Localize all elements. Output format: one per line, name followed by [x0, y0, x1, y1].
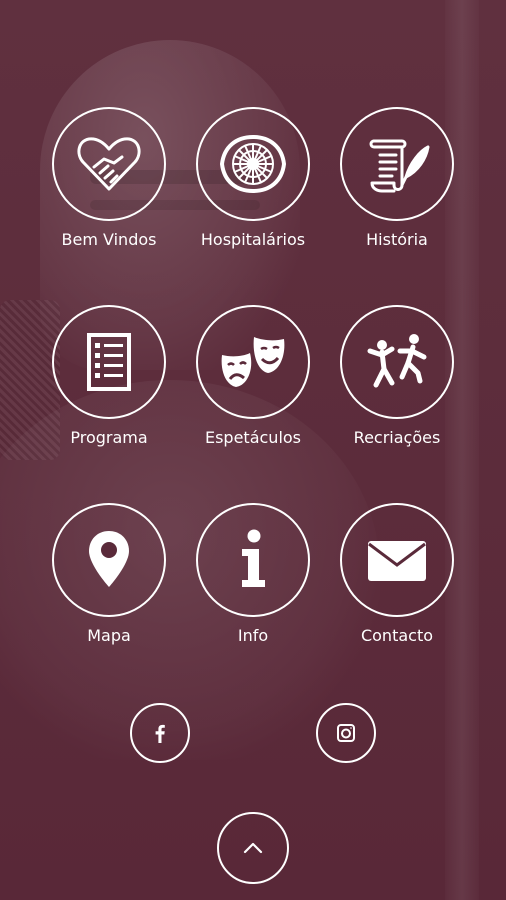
- instagram-button[interactable]: [316, 703, 376, 763]
- menu-item-label: Contacto: [360, 626, 434, 645]
- heart-handshake-icon: [77, 137, 141, 191]
- dancers-icon: [367, 334, 427, 388]
- menu-item-contacto[interactable]: Contacto: [325, 503, 469, 645]
- menu-item-recriacoes[interactable]: Recriações: [325, 305, 469, 447]
- facebook-button[interactable]: [130, 703, 190, 763]
- menu-item-label: Mapa: [87, 626, 131, 645]
- menu-item-mapa[interactable]: Mapa: [37, 503, 181, 645]
- menu-item-historia[interactable]: História: [325, 107, 469, 249]
- scroll-up-button[interactable]: [217, 812, 289, 884]
- theater-masks-icon: [221, 337, 285, 387]
- menu-item-circle[interactable]: [52, 107, 166, 221]
- menu-item-label: Bem Vindos: [61, 230, 157, 249]
- facebook-icon: [155, 724, 165, 743]
- menu-item-label: História: [366, 230, 428, 249]
- program-list-icon: [87, 333, 131, 391]
- menu-item-label: Espetáculos: [204, 428, 302, 447]
- menu-item-programa[interactable]: Programa: [37, 305, 181, 447]
- menu-item-circle[interactable]: [196, 107, 310, 221]
- menu-item-hospitalarios[interactable]: Hospitalários: [181, 107, 325, 249]
- menu-item-label: Recriações: [353, 428, 441, 447]
- envelope-icon: [368, 541, 426, 581]
- menu-item-espetaculos[interactable]: Espetáculos: [181, 305, 325, 447]
- menu-item-bem-vindos[interactable]: Bem Vindos: [37, 107, 181, 249]
- menu-item-label: Hospitalários: [200, 230, 306, 249]
- instagram-icon: [337, 724, 355, 742]
- map-pin-icon: [89, 531, 129, 587]
- info-icon: [242, 529, 265, 587]
- chevron-up-icon: [243, 842, 263, 854]
- scroll-quill-icon: [369, 139, 430, 193]
- menu-item-info[interactable]: Info: [181, 503, 325, 645]
- menu-item-circle[interactable]: [196, 305, 310, 419]
- rose-window-icon: [219, 134, 287, 194]
- menu-item-circle[interactable]: [196, 503, 310, 617]
- menu-item-circle[interactable]: [340, 503, 454, 617]
- menu-item-circle[interactable]: [52, 305, 166, 419]
- menu-item-circle[interactable]: [340, 305, 454, 419]
- menu-item-label: Info: [237, 626, 269, 645]
- menu-grid: Bem Vindos Hospitalários História Progra…: [0, 0, 506, 900]
- menu-item-circle[interactable]: [52, 503, 166, 617]
- menu-item-label: Programa: [70, 428, 148, 447]
- menu-item-circle[interactable]: [340, 107, 454, 221]
